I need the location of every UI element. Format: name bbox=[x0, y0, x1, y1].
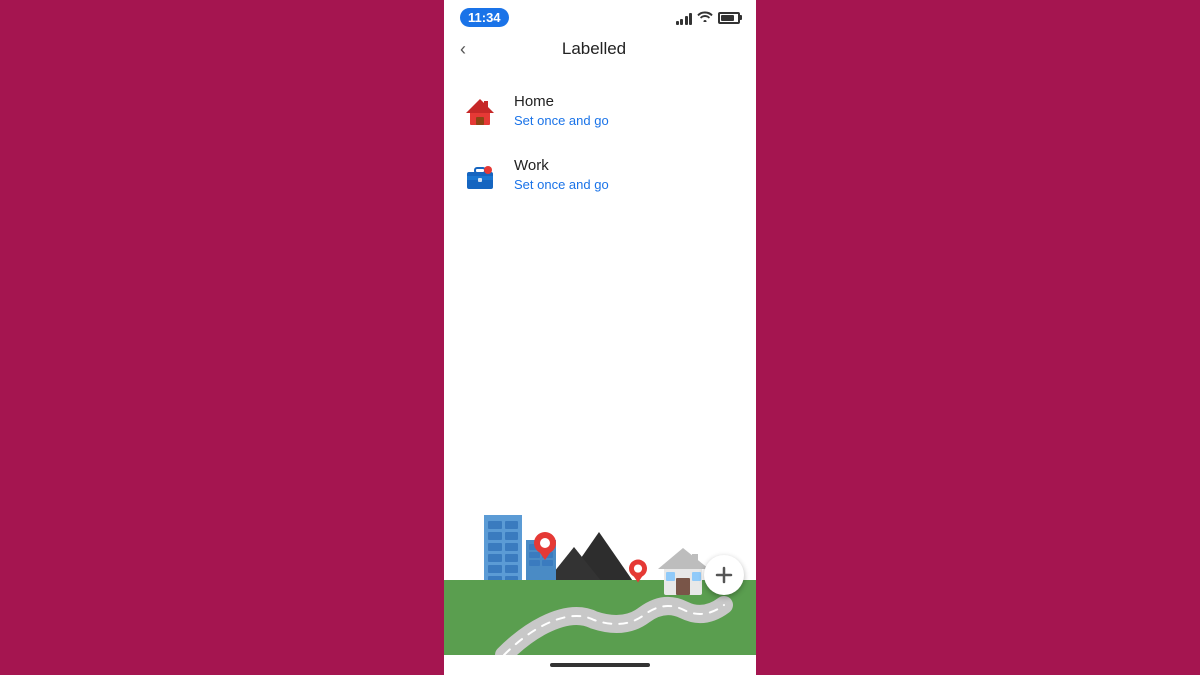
back-button[interactable]: ‹ bbox=[460, 40, 466, 58]
home-bar bbox=[550, 663, 650, 667]
wifi-icon bbox=[697, 10, 713, 25]
work-subtitle[interactable]: Set once and go bbox=[514, 177, 609, 194]
home-subtitle[interactable]: Set once and go bbox=[514, 113, 609, 130]
work-icon bbox=[462, 157, 498, 193]
signal-icon bbox=[676, 11, 693, 25]
home-title: Home bbox=[514, 92, 609, 112]
phone-screen: 11:34 ‹ Labelled bbox=[444, 0, 756, 675]
list-item-home[interactable]: Home Set once and go bbox=[444, 79, 756, 143]
map-illustration bbox=[444, 475, 756, 655]
header: ‹ Labelled bbox=[444, 31, 756, 71]
home-item-text: Home Set once and go bbox=[514, 92, 609, 129]
list-item-work[interactable]: Work Set once and go bbox=[444, 143, 756, 207]
page-title: Labelled bbox=[474, 39, 714, 59]
house-illustration bbox=[656, 542, 711, 597]
destination-pin bbox=[629, 559, 647, 583]
labelled-list: Home Set once and go bbox=[444, 71, 756, 475]
city-pin bbox=[534, 532, 556, 560]
plus-icon bbox=[714, 565, 734, 585]
home-icon-container bbox=[460, 91, 500, 131]
status-icons bbox=[676, 10, 741, 25]
work-item-text: Work Set once and go bbox=[514, 156, 609, 193]
work-title: Work bbox=[514, 156, 609, 176]
status-time: 11:34 bbox=[460, 8, 509, 27]
work-icon-container bbox=[460, 155, 500, 195]
battery-icon bbox=[718, 12, 740, 24]
home-indicator bbox=[444, 655, 756, 675]
home-icon bbox=[462, 93, 498, 129]
add-location-button[interactable] bbox=[704, 555, 744, 595]
status-bar: 11:34 bbox=[444, 0, 756, 31]
